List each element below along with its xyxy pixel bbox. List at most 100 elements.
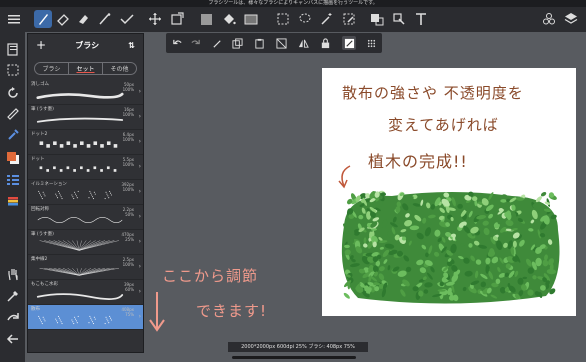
fill-color-icon[interactable] <box>198 10 216 28</box>
palette-icon[interactable] <box>3 192 22 211</box>
quick-toolbar <box>166 33 382 53</box>
brush-name: ドット <box>31 157 45 162</box>
brush-item[interactable]: 散布 408px 75% › <box>28 305 143 330</box>
paste-icon[interactable] <box>252 36 266 50</box>
brush-item[interactable]: 回転対称 2.2px 50% › <box>28 205 143 230</box>
main-toolbar <box>0 7 586 32</box>
canvas-status-bar: 2000*2000px 600dpi 25% ブラシ: 408px 75% <box>228 342 368 352</box>
pen-quick-icon[interactable] <box>210 36 224 50</box>
chevron-right-icon[interactable]: › <box>139 238 141 245</box>
bush-illustration <box>341 190 560 304</box>
smudge-tool-icon[interactable] <box>74 10 92 28</box>
annotation-arrow-icon <box>149 292 165 332</box>
canvas-text-line3: 植木の完成!! <box>368 152 468 171</box>
chevron-right-icon[interactable]: › <box>139 313 141 320</box>
brush-size: 16px 100% <box>122 107 134 117</box>
material-icon[interactable] <box>540 10 558 28</box>
chevron-right-icon[interactable]: › <box>139 163 141 170</box>
brush-stroke-preview <box>36 293 124 300</box>
hand-tool-icon[interactable] <box>3 264 22 283</box>
chevron-right-icon[interactable]: › <box>139 263 141 270</box>
add-brush-button[interactable]: + <box>36 38 46 52</box>
brush-item[interactable]: イルミネーション 392px 100% › <box>28 180 143 205</box>
copy-icon[interactable] <box>230 36 244 50</box>
eyedropper-icon[interactable] <box>3 286 22 305</box>
flip-icon[interactable] <box>296 36 310 50</box>
correction-tool-icon[interactable] <box>118 10 136 28</box>
clear-layer-icon[interactable] <box>274 36 288 50</box>
redo-quick-icon[interactable] <box>188 36 202 50</box>
eraser-tool-icon[interactable] <box>54 10 72 28</box>
selection-display-icon[interactable] <box>3 60 22 79</box>
chevron-right-icon[interactable]: › <box>139 88 141 95</box>
brush-item[interactable]: 集中線2 2.5px 100% › <box>28 255 143 280</box>
ruler-icon[interactable] <box>3 104 22 123</box>
brush-name: 散布 <box>31 307 40 312</box>
brush-stroke-preview <box>36 117 124 123</box>
left-rail <box>0 32 25 362</box>
drawing-canvas[interactable]: 散布の強さや 不透明度を 変えてあげれば 植木の完成!! <box>322 68 576 316</box>
tab-brush[interactable]: ブラシ <box>35 63 69 74</box>
transform-tool-icon[interactable] <box>168 10 186 28</box>
bucket-tool-icon[interactable] <box>220 10 238 28</box>
gradient-tool-icon[interactable] <box>242 10 260 28</box>
brush-item[interactable]: 消しゴム 50px 100% › <box>28 80 143 105</box>
brush-tool-icon[interactable] <box>34 10 52 28</box>
lock-icon[interactable] <box>318 36 332 50</box>
brush-name: イルミネーション <box>31 182 67 187</box>
brush-name: ドット2 <box>31 132 48 137</box>
layer-panel-icon[interactable] <box>3 39 22 58</box>
menu-icon[interactable] <box>5 10 23 28</box>
cut-tool-icon[interactable] <box>390 10 408 28</box>
select-pen-icon[interactable] <box>340 10 358 28</box>
text-tool-icon[interactable] <box>412 10 430 28</box>
brush-item[interactable]: ドット2 6.4px 100% › <box>28 130 143 155</box>
chevron-right-icon[interactable]: › <box>139 188 141 195</box>
brush-item[interactable]: もこもこ水彩 39px 60% › <box>28 280 143 305</box>
brush-name: 筆 (うす墨) <box>31 232 54 237</box>
annotation-line2: できます! <box>196 302 268 320</box>
brush-list-icon[interactable] <box>3 170 22 189</box>
brush-stroke-preview <box>38 315 112 325</box>
brush-size: 2.2px 50% <box>122 207 134 217</box>
brush-list: 消しゴム 50px 100% › 筆 (うす墨) 16px 100% › ドット2 6.4px 10… <box>28 80 143 330</box>
brush-name: 集中線2 <box>31 257 48 262</box>
select-tool-icon[interactable] <box>274 10 292 28</box>
rotate-icon[interactable] <box>3 83 22 102</box>
annotation-line1: ここから調節 <box>162 267 259 285</box>
canvas-toggle-icon[interactable] <box>342 36 356 50</box>
back-icon[interactable] <box>3 329 22 348</box>
layers-icon[interactable] <box>562 10 580 28</box>
brush-stroke-preview <box>38 190 112 200</box>
brush-name: 回転対称 <box>31 207 49 212</box>
brush-stroke-preview <box>37 217 123 223</box>
brush-panel: + ブラシ ⇅ ブラシ セット その他 消しゴム 50px 100% › 筆 (うす墨)… <box>27 33 144 353</box>
color-dropper-icon[interactable] <box>3 125 22 144</box>
chevron-right-icon[interactable]: › <box>139 138 141 145</box>
home-indicator <box>232 356 356 359</box>
brush-item[interactable]: 筆 (うす墨) 16px 100% › <box>28 105 143 130</box>
brush-size: 2.5px 100% <box>122 257 134 267</box>
brush-size: 50px 100% <box>122 82 134 92</box>
undo-icon[interactable] <box>170 36 184 50</box>
redo-icon[interactable] <box>3 308 22 327</box>
fill-select-icon[interactable] <box>368 10 386 28</box>
lasso-tool-icon[interactable] <box>296 10 314 28</box>
color-swatch-icon[interactable] <box>3 148 22 167</box>
brush-panel-header: + ブラシ ⇅ <box>28 34 143 56</box>
brush-item[interactable]: 筆 (うす墨) 470px 25% › <box>28 230 143 255</box>
brush-item[interactable]: ドット 5.5px 100% › <box>28 155 143 180</box>
move-tool-icon[interactable] <box>146 10 164 28</box>
canvas-text-line2: 変えてあげれば <box>388 116 499 134</box>
grid-icon[interactable] <box>364 36 378 50</box>
pen-tool-icon[interactable] <box>96 10 114 28</box>
brush-stroke-preview <box>39 268 120 276</box>
tab-other[interactable]: その他 <box>103 63 136 74</box>
magic-wand-icon[interactable] <box>318 10 336 28</box>
brush-size: 6.4px 100% <box>122 132 134 142</box>
chevron-right-icon[interactable]: › <box>139 113 141 120</box>
sort-brush-button[interactable]: ⇅ <box>128 41 135 50</box>
tab-set[interactable]: セット <box>69 63 103 74</box>
chevron-right-icon[interactable]: › <box>139 288 141 295</box>
chevron-right-icon[interactable]: › <box>139 213 141 220</box>
